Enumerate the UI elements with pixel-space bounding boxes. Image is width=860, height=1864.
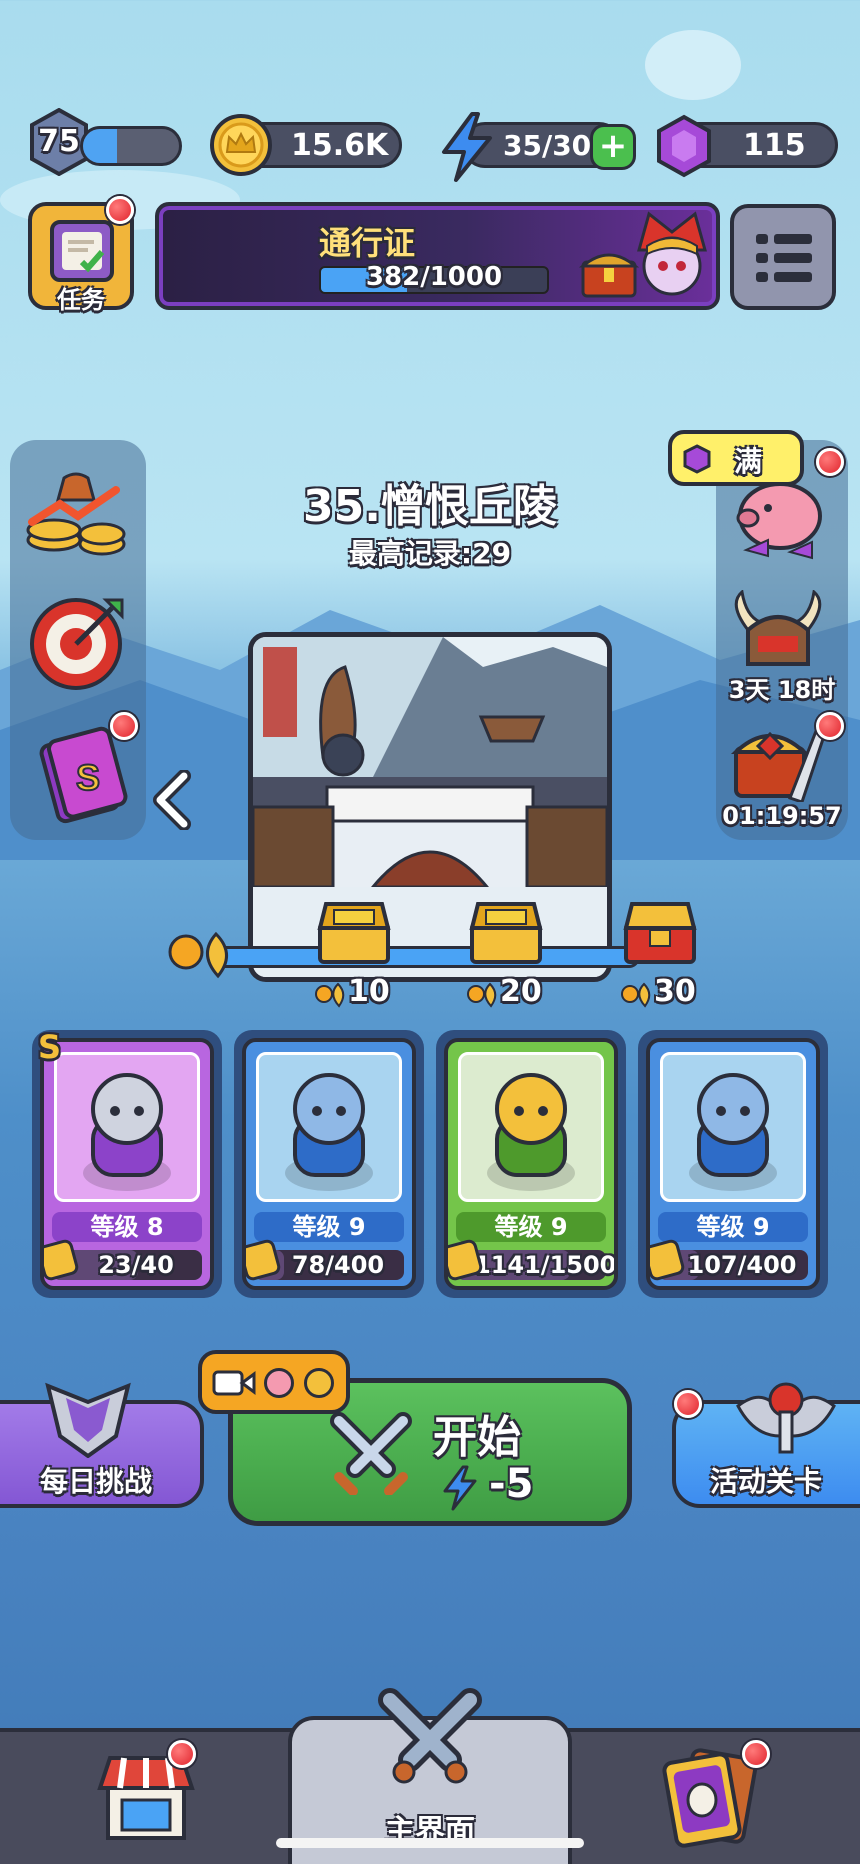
lightning-icon — [442, 112, 492, 182]
pass-progress-text: 382/1000 — [365, 262, 503, 292]
stage-scene-image — [253, 637, 607, 977]
xp-progress-bar — [80, 126, 182, 166]
stage-reward-chest[interactable] — [468, 900, 544, 964]
hero-level: 等级 9 — [254, 1212, 404, 1242]
crown-coin-icon — [304, 1368, 334, 1398]
stage-best-record: 最高记录:29 — [348, 537, 512, 570]
day-night-icon — [467, 982, 497, 1008]
hero-shard-count: 78/400 — [291, 1251, 385, 1279]
day-night-icon — [621, 982, 651, 1008]
quest-label: 任务 — [57, 286, 105, 314]
plus-icon: + — [598, 126, 628, 166]
player-level: 75 — [38, 124, 80, 159]
start-label: 开始 — [433, 1412, 521, 1463]
clipboard-icon — [50, 220, 114, 282]
energy-value: 35/30 — [503, 129, 592, 162]
stage-reward-chest[interactable] — [622, 900, 698, 964]
stage-preview[interactable] — [248, 632, 612, 982]
battle-pass-banner[interactable]: 通行证 382/1000 — [155, 202, 720, 310]
hero-rarity-badge: S — [38, 1028, 62, 1066]
hero-level: 等级 8 — [52, 1212, 202, 1242]
stage-chest-label: 20 — [500, 974, 542, 1009]
hero-portrait — [458, 1052, 604, 1202]
stage-chest-label: 30 — [654, 974, 696, 1009]
list-menu-icon — [756, 234, 812, 282]
horned-helmet-event-icon[interactable] — [728, 590, 828, 670]
crossed-swords-icon — [378, 1688, 482, 1784]
pass-hero-portrait — [637, 211, 707, 296]
shield-swords-icon — [45, 1382, 131, 1458]
hero-card-slot[interactable]: 等级 9 78/400 — [234, 1030, 424, 1298]
hero-shard-count: 1141/1500 — [474, 1251, 617, 1279]
notification-dot — [674, 1390, 702, 1418]
notification-dot — [106, 196, 134, 224]
svg-text:S: S — [76, 757, 100, 798]
coins-value: 15.6K — [291, 128, 389, 163]
home-indicator — [276, 1838, 584, 1848]
skill-card-icon[interactable]: S — [30, 724, 130, 824]
hero-card: 等级 9 1141/1500 — [444, 1038, 618, 1290]
notification-dot — [110, 712, 138, 740]
winged-sword-icon — [736, 1382, 836, 1454]
hero-level: 等级 9 — [456, 1212, 606, 1242]
hero-card-slot[interactable]: 等级 8 23/40 S — [32, 1028, 222, 1298]
event-timer: 3天 18时 — [728, 676, 836, 704]
stage-title: 35.憎恨丘陵 — [303, 481, 557, 532]
add-energy-button[interactable]: + — [590, 124, 636, 170]
stage-reward-track — [210, 946, 640, 968]
hero-card: 等级 9 107/400 — [646, 1038, 820, 1290]
chest-timer: 01:19:57 — [722, 802, 842, 830]
hero-avatar — [487, 1073, 575, 1191]
hero-card-slot[interactable]: 等级 9 1141/1500 — [436, 1030, 626, 1298]
hero-card: 等级 8 23/40 — [40, 1038, 214, 1290]
daily-challenge-label: 每日挑战 — [39, 1465, 152, 1498]
hero-card: 等级 9 78/400 — [242, 1038, 416, 1290]
target-arrow-icon[interactable] — [24, 590, 128, 694]
lightning-icon — [443, 1465, 477, 1511]
watch-ad-bonus-badge[interactable] — [198, 1350, 350, 1414]
event-stage-label: 活动关卡 — [709, 1465, 822, 1498]
notification-dot — [742, 1740, 770, 1768]
stage-reward-chest[interactable] — [316, 900, 392, 964]
gems-value: 115 — [743, 128, 806, 163]
crown-coin-icon — [210, 114, 272, 176]
hero-portrait — [54, 1052, 200, 1202]
day-night-icon — [315, 982, 345, 1008]
gem-icon — [657, 114, 711, 178]
hero-portrait — [256, 1052, 402, 1202]
hero-shard-count: 107/400 — [687, 1251, 797, 1279]
hero-card-slot[interactable]: 等级 9 107/400 — [638, 1030, 828, 1298]
hero-shard-count: 23/40 — [98, 1251, 174, 1279]
pass-title: 通行证 — [319, 224, 416, 262]
hero-portrait — [660, 1052, 806, 1202]
xp-progress-fill — [83, 129, 117, 163]
cloud — [645, 30, 741, 100]
hero-avatar — [689, 1073, 777, 1191]
menu-button[interactable] — [730, 204, 836, 310]
notification-dot — [816, 712, 844, 740]
pig-icon — [264, 1368, 294, 1398]
hero-level: 等级 9 — [658, 1212, 808, 1242]
stage-chest-label: 10 — [348, 974, 390, 1009]
crossed-swords-icon — [330, 1412, 412, 1495]
hero-avatar — [285, 1073, 373, 1191]
notification-dot — [168, 1740, 196, 1768]
start-energy-cost: -5 — [489, 1461, 534, 1507]
video-camera-icon — [212, 1370, 256, 1396]
hero-avatar — [83, 1073, 171, 1191]
day-night-icon — [168, 931, 228, 979]
chevron-left-icon[interactable] — [150, 770, 194, 830]
